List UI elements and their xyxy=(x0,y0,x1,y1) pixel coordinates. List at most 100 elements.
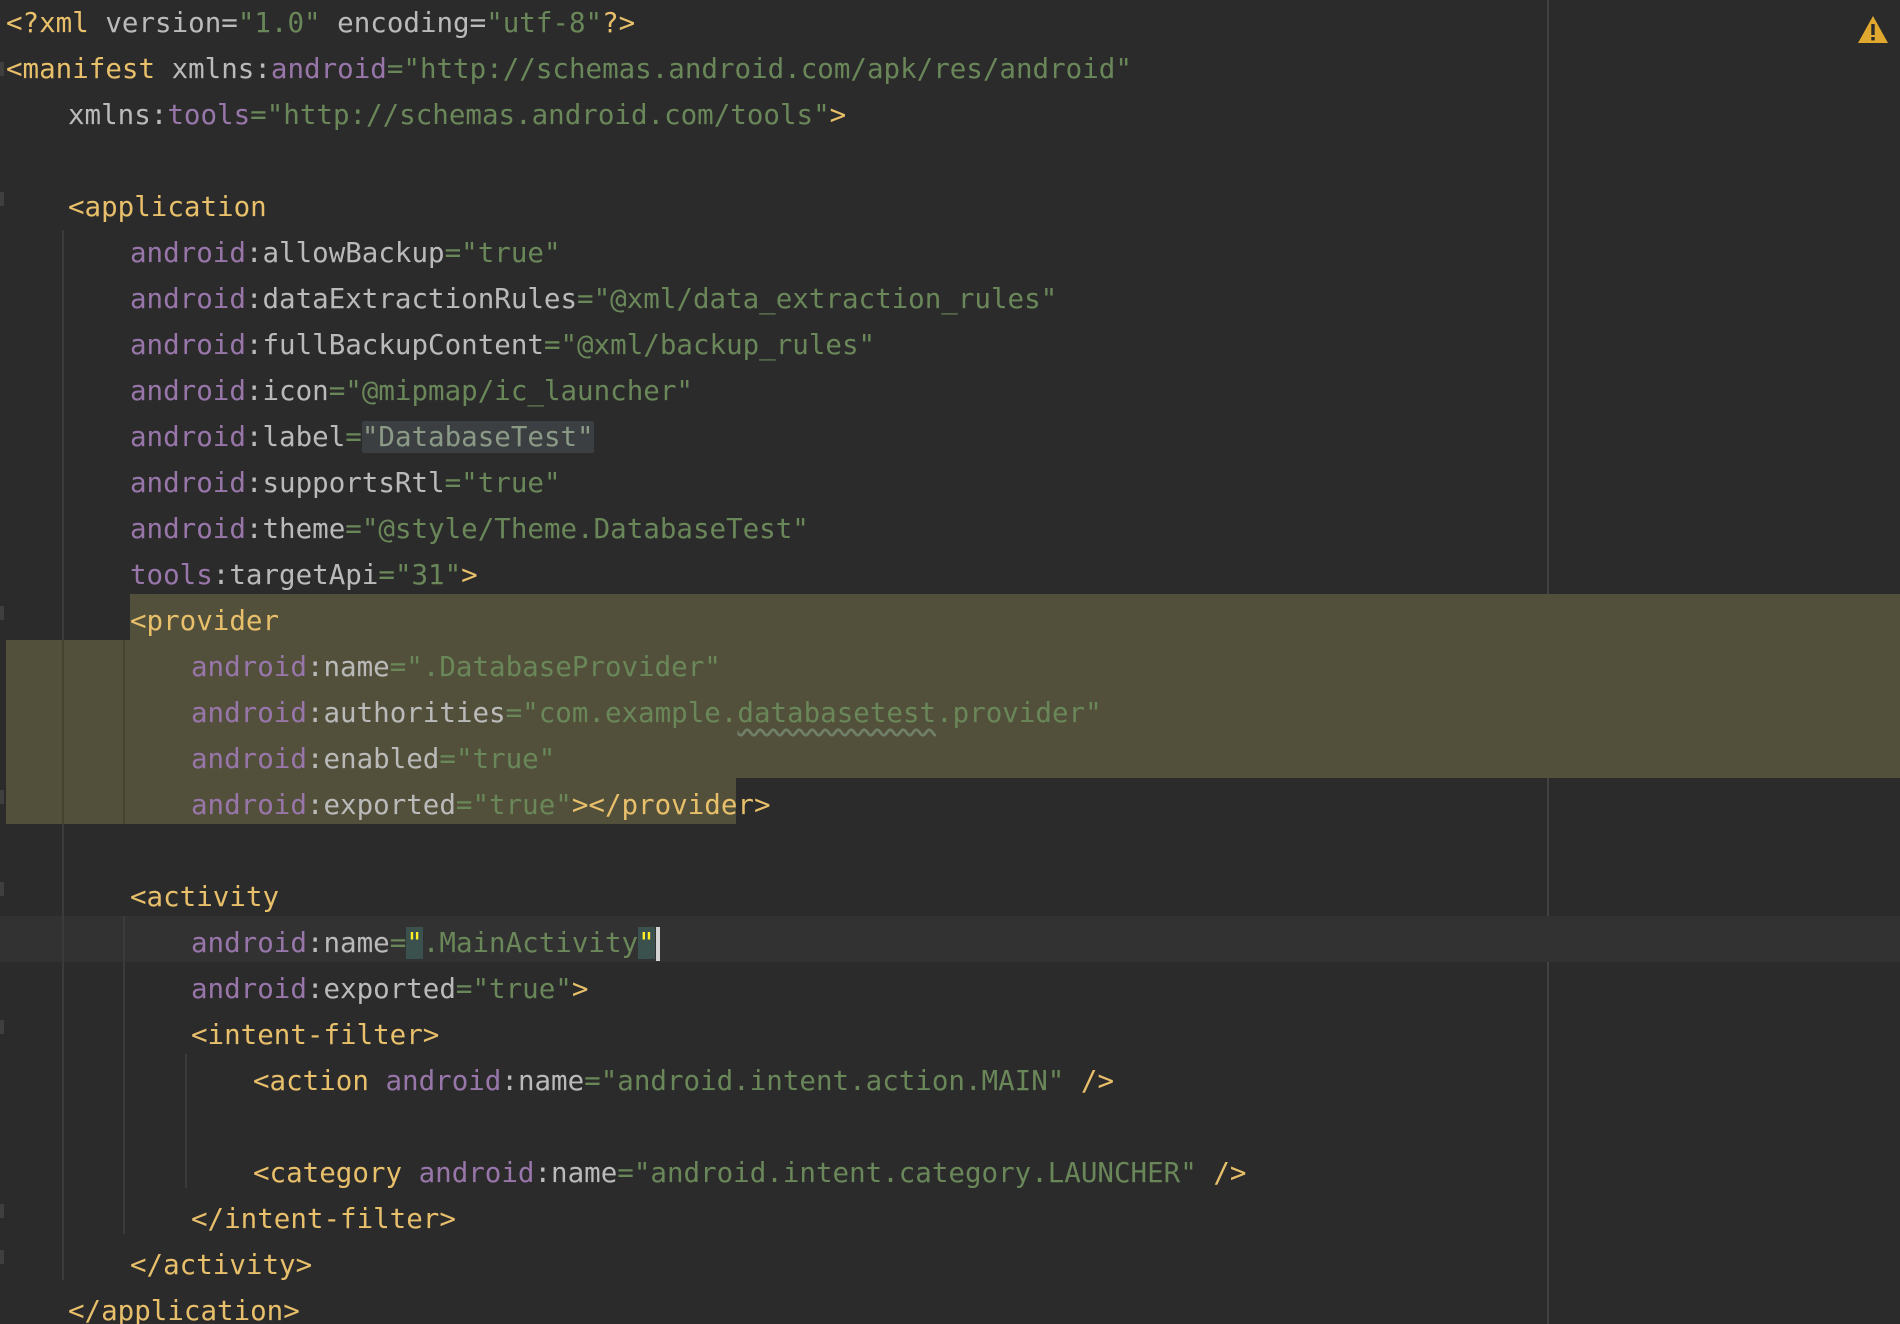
punctuation: = xyxy=(386,53,404,85)
punctuation: = xyxy=(345,421,362,453)
punctuation: = xyxy=(505,697,523,729)
tag-name: <action xyxy=(253,1065,369,1097)
tag-name: <manifest xyxy=(6,53,156,85)
attribute-name: targetApi xyxy=(229,559,379,591)
attribute-name: name xyxy=(551,1157,618,1189)
code-content[interactable]: <?xml version="1.0" encoding="utf-8"?> <… xyxy=(0,0,1900,1324)
attribute-value: "android.intent.action.MAIN" xyxy=(600,1065,1065,1097)
punctuation: = xyxy=(577,283,594,315)
punctuation: : xyxy=(245,329,263,361)
namespace-prefix: android xyxy=(130,513,246,545)
punctuation: = xyxy=(328,375,346,407)
code-editor[interactable]: <?xml version="1.0" encoding="utf-8"?> <… xyxy=(0,0,1900,1324)
punctuation: : xyxy=(306,651,324,683)
tag-end: ></provider> xyxy=(571,789,771,821)
attribute-value: "@xml/data_extraction_rules" xyxy=(593,283,1058,315)
tag-end: > xyxy=(829,99,847,131)
tag-end: /> xyxy=(1196,1157,1247,1189)
attribute-name: exported xyxy=(323,789,456,821)
punctuation: : xyxy=(245,283,263,315)
code-line: android:fullBackupContent="@xml/backup_r… xyxy=(0,322,1900,368)
xml-prolog: <?xml xyxy=(6,7,89,39)
code-line: <action android:name="android.intent.act… xyxy=(0,1058,1900,1104)
tag-name: <activity xyxy=(130,881,280,913)
matched-quote: " xyxy=(406,927,423,959)
attribute-name: exported xyxy=(323,973,456,1005)
attribute-value: .MainActivity xyxy=(422,927,639,959)
attribute-name: allowBackup xyxy=(262,237,445,269)
closing-tag: </intent-filter> xyxy=(191,1203,456,1235)
namespace-prefix: android xyxy=(130,375,246,407)
warning-icon[interactable] xyxy=(1856,14,1890,46)
tag-end: > xyxy=(461,559,478,591)
tag-end: /> xyxy=(1064,1065,1114,1097)
namespace-prefix: android xyxy=(130,237,246,269)
attribute-name: xmlns xyxy=(68,99,151,131)
attribute-name: xmlns xyxy=(155,53,255,85)
attribute-value: "@style/Theme.DatabaseTest" xyxy=(361,513,809,545)
punctuation: : xyxy=(245,421,263,453)
attribute-value: "utf-8" xyxy=(486,7,603,39)
code-line: android:supportsRtl="true" xyxy=(0,460,1900,506)
typo-warning-word[interactable]: databasetest xyxy=(737,697,936,729)
xml-prolog-end: ?> xyxy=(602,7,636,39)
code-line: <category android:name="android.intent.c… xyxy=(0,1150,1900,1196)
punctuation: = xyxy=(439,743,456,775)
punctuation: = xyxy=(455,789,473,821)
punctuation: = xyxy=(444,237,462,269)
attribute-value: "http://schemas.android.com/tools" xyxy=(266,99,830,131)
code-line: </application> xyxy=(0,1288,1900,1324)
punctuation: : xyxy=(245,513,263,545)
attribute-name: name xyxy=(517,1065,585,1097)
punctuation: : xyxy=(306,927,324,959)
punctuation: : xyxy=(306,697,324,729)
namespace-prefix: android xyxy=(191,927,307,959)
punctuation: = xyxy=(378,559,395,591)
attribute-value: "true" xyxy=(461,237,561,269)
punctuation: : xyxy=(150,99,168,131)
namespace-prefix: android xyxy=(191,651,307,683)
attribute-name: version= xyxy=(88,7,238,39)
tag-name: <intent-filter> xyxy=(191,1019,440,1051)
punctuation: = xyxy=(617,1157,634,1189)
attribute-name: encoding= xyxy=(320,7,487,39)
matched-quote: " xyxy=(638,927,655,959)
namespace-prefix: android xyxy=(191,973,307,1005)
tag-name: <provider xyxy=(130,605,280,637)
code-line: <?xml version="1.0" encoding="utf-8"?> xyxy=(0,0,1900,46)
attribute-name: theme xyxy=(262,513,346,545)
punctuation: = xyxy=(455,973,473,1005)
punctuation: : xyxy=(306,743,324,775)
code-line: xmlns:tools="http://schemas.android.com/… xyxy=(0,92,1900,138)
code-line: </intent-filter> xyxy=(0,1196,1900,1242)
namespace-prefix: android xyxy=(130,421,246,453)
code-line: android:enabled="true" xyxy=(0,736,1900,782)
namespace-prefix: android xyxy=(191,743,307,775)
attribute-value: "1.0" xyxy=(237,7,321,39)
punctuation: = xyxy=(389,651,407,683)
attribute-value: "true" xyxy=(472,973,572,1005)
punctuation: = xyxy=(389,927,407,959)
namespace-prefix: android xyxy=(270,53,387,85)
code-line: android:authorities="com.example.databas… xyxy=(0,690,1900,736)
attribute-value: "true" xyxy=(455,743,556,775)
code-line: android:exported="true"></provider> xyxy=(0,782,1900,828)
attribute-value: "@mipmap/ic_launcher" xyxy=(345,375,693,407)
attribute-value-highlighted[interactable]: "DatabaseTest" xyxy=(361,421,594,453)
attribute-value: "@xml/backup_rules" xyxy=(560,329,876,361)
tag-name: <application xyxy=(68,191,267,223)
attribute-value: "true" xyxy=(461,467,561,499)
tag-name: <category xyxy=(253,1157,403,1189)
punctuation: = xyxy=(444,467,462,499)
attribute-value: "com.example. xyxy=(522,697,738,729)
code-line: android:theme="@style/Theme.DatabaseTest… xyxy=(0,506,1900,552)
punctuation: = xyxy=(345,513,362,545)
attribute-value: ".DatabaseProvider" xyxy=(406,651,721,683)
attribute-name: label xyxy=(262,421,346,453)
code-line: <activity xyxy=(0,874,1900,920)
tag-end: > xyxy=(571,973,589,1005)
